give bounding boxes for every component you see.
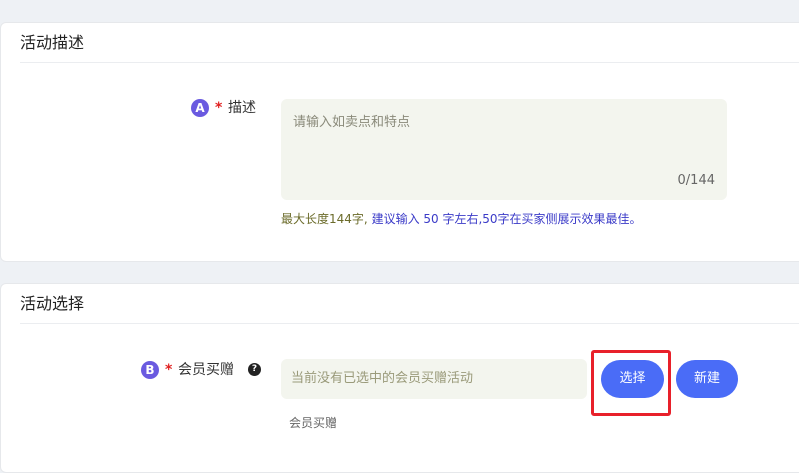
activity-select-card: 活动选择 B * 会员买赠 ? 当前没有已选中的会员买赠活动 选择 新建 会员买… (0, 283, 799, 473)
marker-a-badge: A (191, 99, 209, 117)
required-star: * (165, 362, 173, 378)
description-placeholder: 请输入如卖点和特点 (293, 115, 411, 130)
length-hint: 最大长度144字, 建议输入 50 字左右,50字在买家侧展示效果最佳。 (281, 211, 642, 227)
member-gift-subtext: 会员买赠 (289, 416, 338, 430)
question-circle-icon[interactable]: ? (248, 363, 261, 376)
section-title-description: 活动描述 (20, 23, 799, 63)
length-hint-suggest: 建议输入 50 字左右,50字在买家侧展示效果最佳。 (371, 212, 642, 226)
description-card: 活动描述 A * 描述 请输入如卖点和特点 0/144 最大长度144字, 建议… (0, 22, 799, 262)
highlight-box (591, 350, 671, 416)
length-hint-max: 最大长度144字, (281, 212, 368, 226)
new-button[interactable]: 新建 (676, 360, 738, 398)
member-gift-label: 会员买赠 (178, 362, 234, 378)
required-star: * (215, 100, 223, 116)
description-label: 描述 (228, 100, 256, 116)
marker-b-badge: B (141, 361, 159, 379)
member-gift-selected-field[interactable]: 当前没有已选中的会员买赠活动 (281, 359, 587, 399)
description-textarea[interactable]: 请输入如卖点和特点 0/144 (281, 99, 727, 200)
char-counter: 0/144 (677, 173, 715, 188)
section-title-activity-select: 活动选择 (20, 284, 799, 324)
